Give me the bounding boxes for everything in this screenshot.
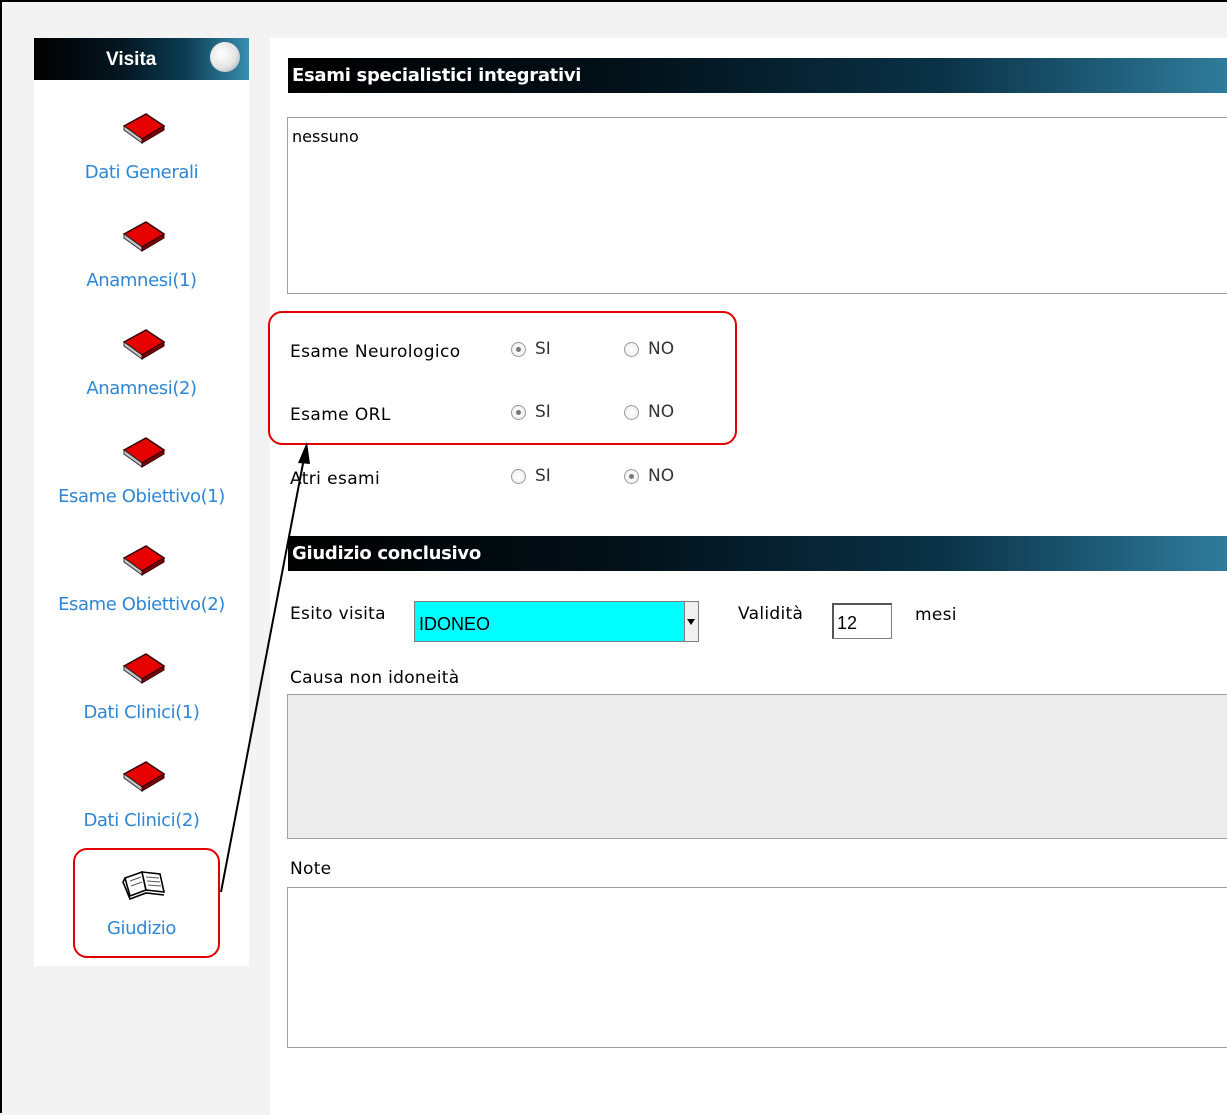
esito-visita-select[interactable]: IDONEO (414, 601, 699, 642)
sidebar-item-dati-clinici-1[interactable]: Dati Clinici(1) (34, 648, 249, 753)
sidebar-item-anamnesi-2[interactable]: Anamnesi(2) (34, 324, 249, 429)
closed-book-icon (122, 761, 166, 792)
closed-book-icon (122, 329, 166, 360)
section-title: Esami specialistici integrativi (292, 65, 582, 86)
esami-textarea[interactable]: nessuno (287, 117, 1227, 294)
sidebar-item-dati-generali[interactable]: Dati Generali (34, 108, 249, 213)
mesi-label: mesi (915, 605, 957, 625)
sidebar-item-anamnesi-1[interactable]: Anamnesi(1) (34, 216, 249, 321)
closed-book-icon (122, 221, 166, 252)
dropdown-arrow-icon[interactable] (684, 602, 698, 641)
closed-book-icon (122, 545, 166, 576)
radio-checked-icon (624, 469, 639, 484)
sidebar-item-esame-obiettivo-2[interactable]: Esame Obiettivo(2) (34, 540, 249, 645)
note-label: Note (290, 859, 332, 879)
sidebar-item-label: Dati Generali (84, 162, 199, 183)
sidebar-item-esame-obiettivo-1[interactable]: Esame Obiettivo(1) (34, 432, 249, 537)
validita-label: Validità (738, 604, 804, 624)
causa-non-idoneita-label: Causa non idoneità (290, 668, 460, 688)
validita-input[interactable]: 12 (832, 603, 892, 639)
sidebar-item-label: Anamnesi(1) (86, 270, 197, 291)
sidebar-title: Visita (106, 49, 157, 70)
altri-esami-label: Atri esami (290, 469, 381, 489)
closed-book-icon (122, 113, 166, 144)
section-header-esami: Esami specialistici integrativi (288, 58, 1227, 93)
annotation-highlight-giudizio (73, 848, 220, 958)
main-panel: Esami specialistici integrativi nessuno … (270, 38, 1227, 1115)
sidebar: Visita Dati Generali Anamnesi(1) Anamnes… (34, 38, 249, 966)
sidebar-item-label: Esame Obiettivo(1) (58, 486, 225, 507)
causa-non-idoneita-textarea[interactable] (287, 694, 1227, 839)
radio-unchecked-icon (511, 469, 526, 484)
sidebar-header: Visita (34, 38, 249, 80)
window-frame: Visita Dati Generali Anamnesi(1) Anamnes… (0, 0, 1227, 1115)
note-textarea[interactable] (287, 887, 1227, 1048)
esito-visita-label: Esito visita (290, 604, 386, 624)
annotation-highlight-exams (268, 311, 737, 445)
sidebar-item-label: Dati Clinici(1) (83, 702, 200, 723)
sidebar-toggle-button[interactable] (210, 42, 240, 72)
sidebar-item-label: Esame Obiettivo(2) (58, 594, 225, 615)
section-title: Giudizio conclusivo (292, 543, 481, 564)
sidebar-item-label: Anamnesi(2) (86, 378, 197, 399)
closed-book-icon (122, 437, 166, 468)
sidebar-item-dati-clinici-2[interactable]: Dati Clinici(2) (34, 756, 249, 861)
sidebar-item-label: Dati Clinici(2) (83, 810, 200, 831)
closed-book-icon (122, 653, 166, 684)
section-header-giudizio: Giudizio conclusivo (288, 536, 1227, 571)
